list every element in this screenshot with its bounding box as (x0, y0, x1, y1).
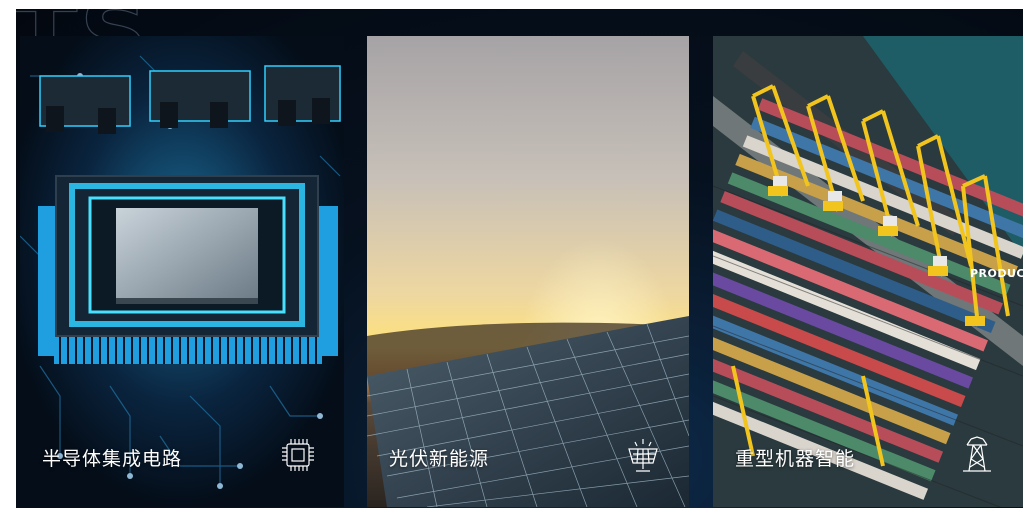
card-photovoltaic[interactable]: 光伏新能源 (367, 36, 689, 507)
chip-icon (278, 435, 318, 475)
card-semiconductor[interactable]: 半导体集成电路 (20, 36, 344, 507)
card-label: 半导体集成电路 (42, 448, 183, 470)
power-tower-icon (957, 435, 997, 475)
side-product-text: PRODUC (969, 267, 1023, 280)
card-heavy-machinery[interactable]: 重型机器智能 PRODUC (713, 36, 1023, 507)
product-showcase: TS (16, 9, 1023, 508)
card-label: 光伏新能源 (389, 448, 490, 470)
card-label: 重型机器智能 (735, 448, 856, 470)
solar-panel-icon (623, 435, 663, 475)
